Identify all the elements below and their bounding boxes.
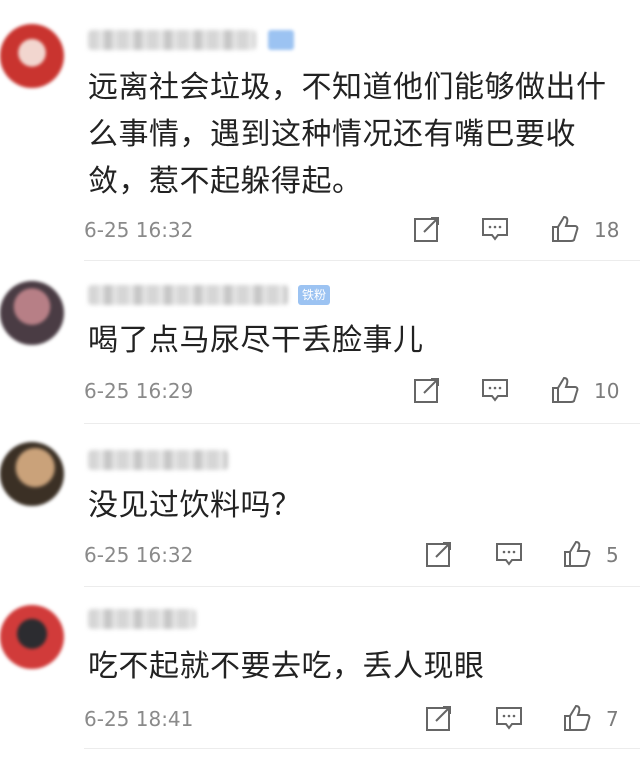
comment-text: 没见过饮料吗？ [88, 488, 302, 523]
reply-icon[interactable] [494, 539, 524, 569]
avatar[interactable] [0, 281, 64, 345]
comment-time: 6-25 16:29 [84, 379, 194, 403]
share-icon[interactable] [412, 375, 442, 405]
thumbs-up-icon[interactable] [550, 375, 580, 405]
comment-meta: 6-25 16:29 10 [84, 375, 640, 415]
comment-item: 铁粉 喝了点马尿尽干丢脸事儿 6-25 16:29 10 [0, 261, 640, 423]
username[interactable] [88, 30, 256, 50]
like-count: 5 [606, 543, 619, 567]
comment-time: 6-25 16:32 [84, 218, 194, 242]
thumbs-up-icon[interactable] [562, 703, 592, 733]
comment-text: 喝了点马尿尽干丢脸事儿 [88, 323, 424, 358]
comment-time: 6-25 18:41 [84, 707, 194, 731]
username[interactable] [88, 285, 288, 305]
reply-icon[interactable] [494, 703, 524, 733]
like-count: 18 [594, 218, 620, 242]
comment-text: 远离社会垃圾，不知道他们能够做出什么事情，遇到这种情况还有嘴巴要收敛，惹不起躲得… [88, 70, 607, 199]
username[interactable] [88, 450, 228, 470]
share-icon[interactable] [412, 214, 442, 244]
like-count: 10 [594, 379, 620, 403]
avatar[interactable] [0, 605, 64, 669]
reply-icon[interactable] [480, 375, 510, 405]
comment-text: 吃不起就不要去吃，丢人现眼 [88, 649, 485, 684]
thumbs-up-icon[interactable] [550, 214, 580, 244]
comment-meta: 6-25 16:32 18 [84, 214, 640, 254]
fan-badge [268, 30, 294, 50]
comment-time: 6-25 16:32 [84, 543, 194, 567]
share-icon[interactable] [424, 539, 454, 569]
avatar[interactable] [0, 24, 64, 88]
comment-list: 远离社会垃圾，不知道他们能够做出什么事情，遇到这种情况还有嘴巴要收敛，惹不起躲得… [0, 0, 640, 767]
comment-item: 远离社会垃圾，不知道他们能够做出什么事情，遇到这种情况还有嘴巴要收敛，惹不起躲得… [0, 0, 640, 260]
comment-item: 吃不起就不要去吃，丢人现眼 6-25 18:41 7 [0, 587, 640, 767]
reply-icon[interactable] [480, 214, 510, 244]
comment-item: 没见过饮料吗？ 6-25 16:32 5 [0, 424, 640, 586]
comment-meta: 6-25 18:41 7 [84, 703, 640, 743]
username[interactable] [88, 609, 196, 629]
fan-badge: 铁粉 [298, 285, 331, 305]
like-count: 7 [606, 707, 619, 731]
divider [84, 748, 640, 749]
share-icon[interactable] [424, 703, 454, 733]
avatar[interactable] [0, 442, 64, 506]
comment-meta: 6-25 16:32 5 [84, 539, 640, 579]
thumbs-up-icon[interactable] [562, 539, 592, 569]
